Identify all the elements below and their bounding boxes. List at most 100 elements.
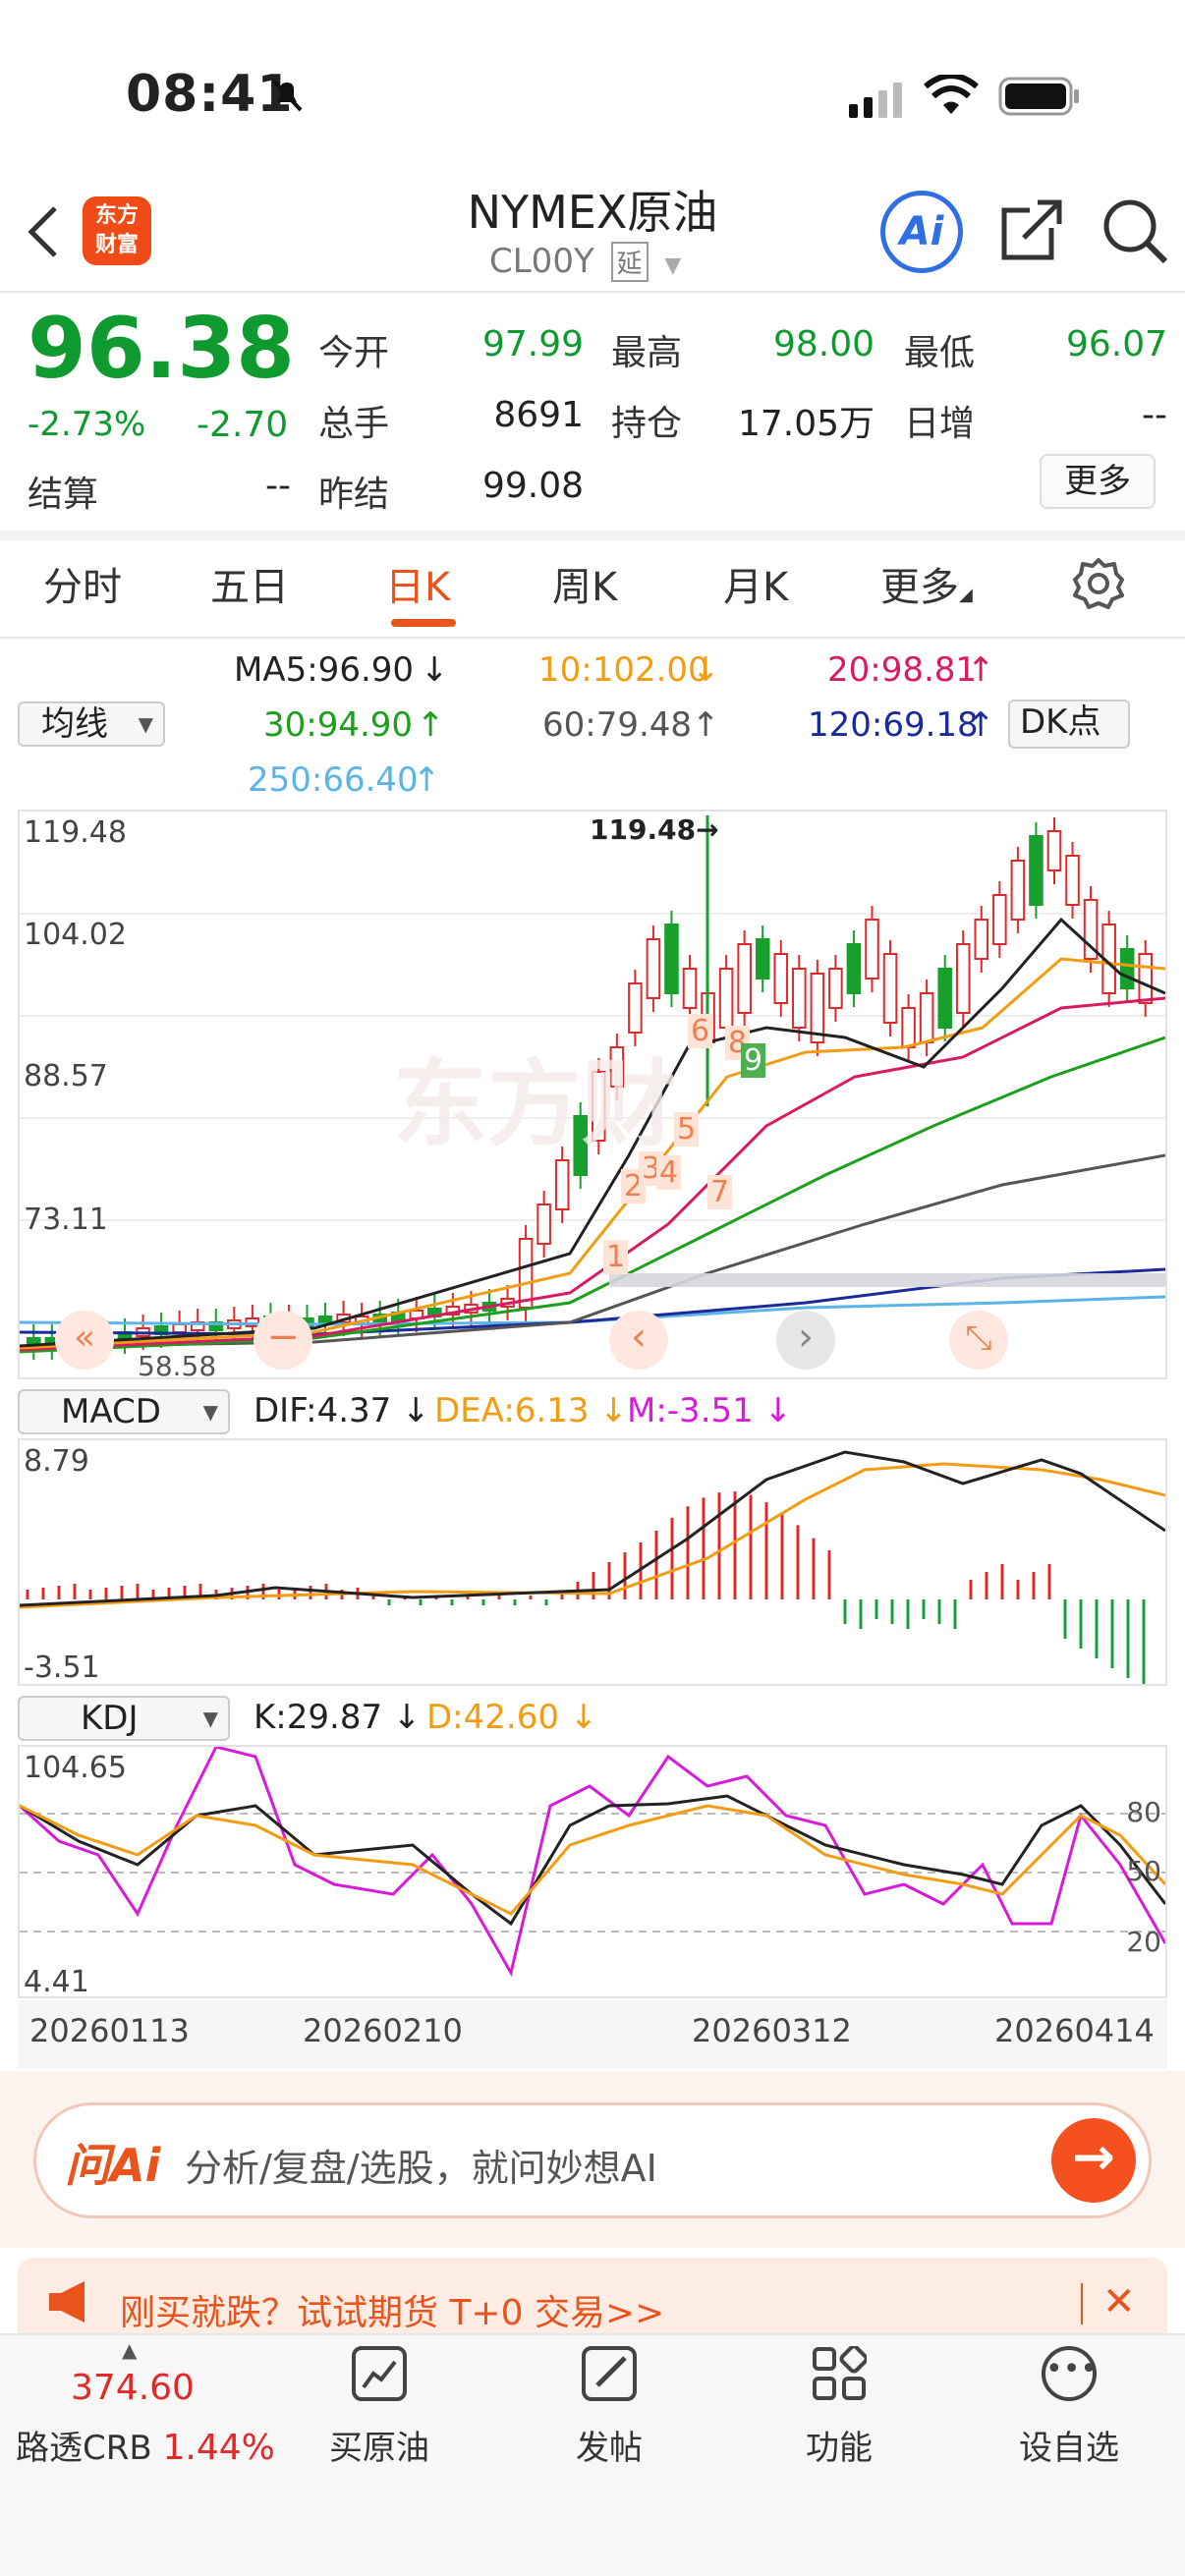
candle — [718, 968, 734, 1029]
candle — [1010, 860, 1026, 921]
tab-intraday[interactable]: 分时 — [43, 555, 122, 612]
tabs-divider — [0, 637, 1185, 639]
caret-icon: ◢ — [959, 585, 973, 605]
delay-badge: 延 — [610, 242, 649, 282]
open-interest-value: 17.05万 — [737, 404, 875, 444]
low-label: 最低 — [904, 333, 976, 373]
macd-dif-value: DIF:4.37 — [254, 1391, 392, 1430]
tab-weekly-k[interactable]: 周K — [552, 555, 617, 612]
date-label-1: 20260113 — [29, 2012, 190, 2049]
candle — [1046, 830, 1062, 871]
kdj-selector[interactable]: KDJ ▼ — [18, 1696, 230, 1741]
ma5-value: MA5:96.90 — [234, 650, 415, 690]
nav-buy-oil-label: 买原油 — [329, 2429, 429, 2468]
dk-point-label: DK点 — [1020, 702, 1101, 742]
settle-label: 结算 — [28, 475, 99, 515]
close-icon[interactable]: ✕ — [1102, 2279, 1136, 2324]
last-price: 96.38 — [28, 300, 296, 398]
candle — [937, 968, 952, 1029]
tab-monthly-k[interactable]: 月K — [723, 555, 788, 612]
high-value: 98.00 — [772, 324, 875, 364]
index-name: 路透CRB — [16, 2429, 152, 2468]
tab-five-day[interactable]: 五日 — [210, 555, 289, 612]
nav-post-label: 发帖 — [576, 2429, 643, 2468]
td-mark-5: 5 — [674, 1112, 700, 1147]
nav-functions[interactable]: 功能 — [741, 2344, 937, 2484]
candle — [974, 919, 989, 960]
candle — [737, 943, 752, 1014]
ma30-arrow: ↑ — [417, 705, 445, 745]
fullscreen-icon[interactable]: ⤡ — [949, 1311, 1008, 1370]
bottom-arrow-up-icon: ▲ — [122, 2338, 138, 2362]
nav-post[interactable]: 发帖 — [511, 2346, 707, 2484]
candle — [865, 919, 879, 980]
open-interest-label: 持仓 — [611, 404, 683, 444]
macd-chart[interactable]: 8.79 -3.51 — [18, 1438, 1167, 1686]
macd-dea-value: DEA:6.13 — [434, 1391, 590, 1430]
high-label: 最高 — [611, 333, 683, 373]
ma120-arrow: ↑ — [967, 705, 995, 745]
td-mark-6: 6 — [688, 1014, 713, 1048]
tab-more[interactable]: 更多◢ — [880, 555, 973, 612]
macd-m: M:-3.51 ↓ — [627, 1391, 793, 1430]
candle — [828, 968, 843, 1009]
chart-icon — [352, 2346, 407, 2401]
open-value: 97.99 — [481, 324, 584, 364]
more-quote-button[interactable]: 更多 — [1040, 454, 1156, 509]
kline-watermark: 东方财 — [393, 1049, 676, 1159]
ai-button[interactable]: Ai — [880, 191, 963, 273]
change-value: -2.70 — [197, 405, 289, 445]
nav-add-watchlist[interactable]: ••• 设自选 — [971, 2346, 1167, 2484]
wifi-icon — [924, 73, 979, 122]
date-label-4: 20260414 — [994, 2012, 1155, 2049]
chevron-down-icon: ▼ — [202, 1707, 218, 1730]
share-icon[interactable] — [1000, 196, 1065, 265]
ma-selector[interactable]: 均线 ▼ — [18, 701, 165, 747]
index-ticker[interactable]: 路透CRB 1.44% — [16, 2421, 275, 2469]
daily-increase-value: -- — [1142, 395, 1167, 435]
tab-daily-k[interactable]: 日K — [385, 555, 450, 612]
kdj-chart[interactable]: 104.65 4.41 80 50 20 — [18, 1745, 1167, 1999]
next-icon[interactable]: › — [776, 1311, 835, 1370]
prev-icon[interactable]: ‹ — [609, 1311, 668, 1370]
dk-point-button[interactable]: DK点 — [1008, 700, 1130, 749]
ma120-value: 120:69.18 — [808, 705, 979, 745]
high-marker-value: 119.48 — [590, 813, 697, 846]
edit-icon — [582, 2346, 637, 2401]
macd-m-value: M:-3.51 — [627, 1391, 754, 1430]
kdj-d: D:42.60 ↓ — [426, 1698, 598, 1737]
date-label-2: 20260210 — [303, 2012, 463, 2049]
index-value: 374.60 — [71, 2368, 195, 2408]
search-icon[interactable] — [1100, 196, 1169, 269]
ask-ai-placeholder: 分析/复盘/选股，就问妙想AI — [185, 2147, 657, 2190]
nav-buy-oil[interactable]: 买原油 — [281, 2346, 478, 2484]
zoom-out-icon[interactable]: − — [254, 1311, 312, 1370]
settings-icon[interactable] — [1071, 556, 1126, 615]
active-tab-indicator — [391, 619, 456, 627]
ma60-value: 60:79.48 — [542, 705, 693, 745]
kdj-k-value: K:29.87 — [254, 1698, 383, 1737]
y-label-2: 104.02 — [24, 918, 127, 952]
contract-code-row[interactable]: CL00Y 延 ▼ — [489, 242, 681, 282]
mute-icon — [267, 75, 307, 114]
settle-value: -- — [265, 466, 291, 506]
candle — [536, 1204, 551, 1245]
macd-selector[interactable]: MACD ▼ — [18, 1389, 230, 1434]
candle — [773, 953, 789, 1004]
candle — [1029, 835, 1044, 906]
more-icon: ••• — [1042, 2346, 1098, 2401]
ma5-arrow: ↓ — [421, 650, 449, 690]
macd-y-top: 8.79 — [24, 1444, 89, 1479]
high-marker: 119.48→ — [590, 813, 719, 846]
contract-code: CL00Y — [489, 242, 594, 281]
date-axis: 20260113 20260210 20260312 20260414 — [18, 2000, 1167, 2069]
ask-ai-submit-icon[interactable]: → — [1051, 2118, 1136, 2203]
quote-divider — [0, 531, 1185, 540]
signal-icon — [849, 83, 908, 122]
scroll-left-icon[interactable]: « — [55, 1311, 114, 1370]
ma10-arrow: ↓ — [692, 650, 720, 690]
ask-ai-icon: 问Ai — [65, 2139, 161, 2192]
kline-chart[interactable]: 东方财 119.48 104.02 88.57 73.11 119.48→ 58… — [18, 810, 1167, 1382]
ma30-value: 30:94.90 — [263, 705, 414, 745]
chevron-down-icon: ▼ — [664, 253, 682, 278]
